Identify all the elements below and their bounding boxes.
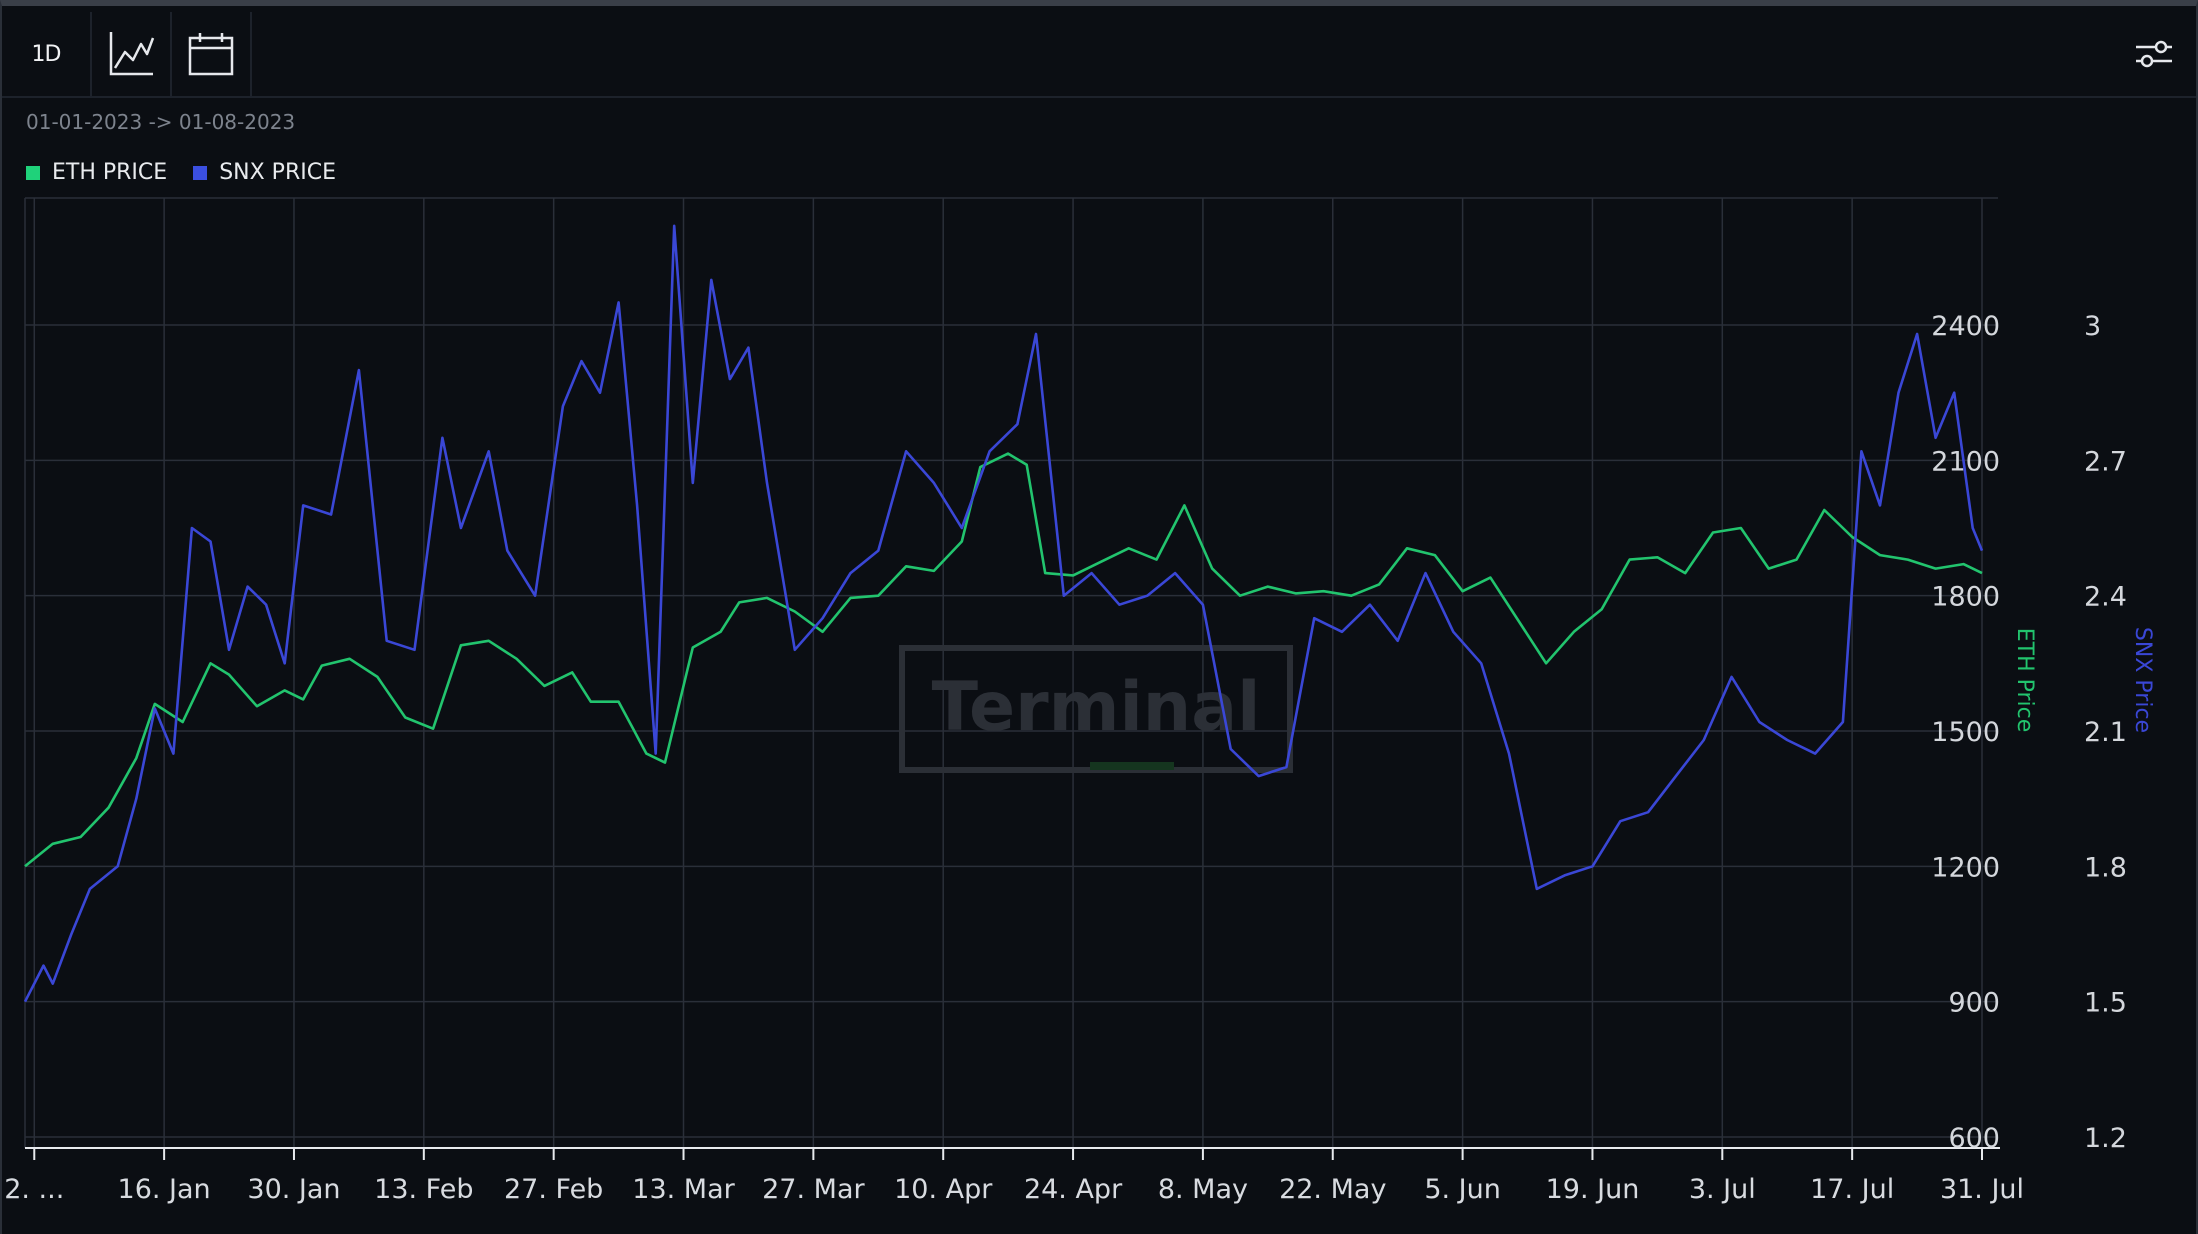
x-tick-label: 27. Feb: [504, 1174, 603, 1205]
watermark-text: Terminal: [932, 668, 1261, 747]
chart-panel: 1D 01-01-2023 -> 01-08-2023 ETH PRICE SN…: [0, 0, 2198, 1234]
y-tick-label-snx: 1.5: [2084, 988, 2127, 1019]
x-tick-label: 10. Apr: [894, 1174, 993, 1205]
y-tick-label-eth: 1200: [1931, 852, 2000, 883]
y-tick-label-snx: 2.7: [2084, 446, 2127, 477]
y-tick-label-snx: 1.2: [2084, 1123, 2127, 1154]
y-tick-label-snx: 3: [2084, 311, 2101, 342]
y-tick-label-eth: 900: [1948, 988, 2000, 1019]
y-tick-label-snx: 1.8: [2084, 852, 2127, 883]
eth-price-line: [24, 452, 1983, 868]
x-tick-label: 31. Jul: [1940, 1174, 2024, 1205]
y-tick-label-snx: 2.4: [2084, 582, 2127, 613]
snx-price-line: [23, 224, 1984, 1003]
x-tick-label: 8. May: [1158, 1174, 1248, 1205]
y-tick-label-eth: 1500: [1931, 717, 2000, 748]
x-tick-label: 2. ...: [4, 1174, 64, 1205]
eth-axis-title: ETH Price: [2012, 628, 2037, 733]
y-tick-label-eth: 600: [1948, 1123, 2000, 1154]
watermark-accent: [1090, 762, 1174, 770]
x-tick-label: 17. Jul: [1810, 1174, 1894, 1205]
snx-axis-title: SNX Price: [2130, 627, 2155, 733]
x-tick-label: 3. Jul: [1689, 1174, 1756, 1205]
x-tick-label: 13. Feb: [374, 1174, 473, 1205]
x-tick-label: 22. May: [1279, 1174, 1386, 1205]
x-tick-label: 19. Jun: [1546, 1174, 1640, 1205]
x-tick-label: 30. Jan: [247, 1174, 340, 1205]
price-chart: 2. ... 16. Jan 30. Jan 13. Feb 27. Feb 13. Ma…: [4, 197, 2155, 1205]
x-tick-label: 5. Jun: [1424, 1174, 1501, 1205]
y-tick-label-snx: 2.1: [2084, 717, 2127, 748]
y-tick-label-eth: 1800: [1931, 582, 2000, 613]
y-tick-label-eth: 2400: [1931, 311, 2000, 342]
x-tick-label: 16. Jan: [118, 1174, 211, 1205]
x-tick-label: 27. Mar: [762, 1174, 865, 1205]
x-tick-label: 13. Mar: [632, 1174, 735, 1205]
x-tick-label: 24. Apr: [1024, 1174, 1123, 1205]
